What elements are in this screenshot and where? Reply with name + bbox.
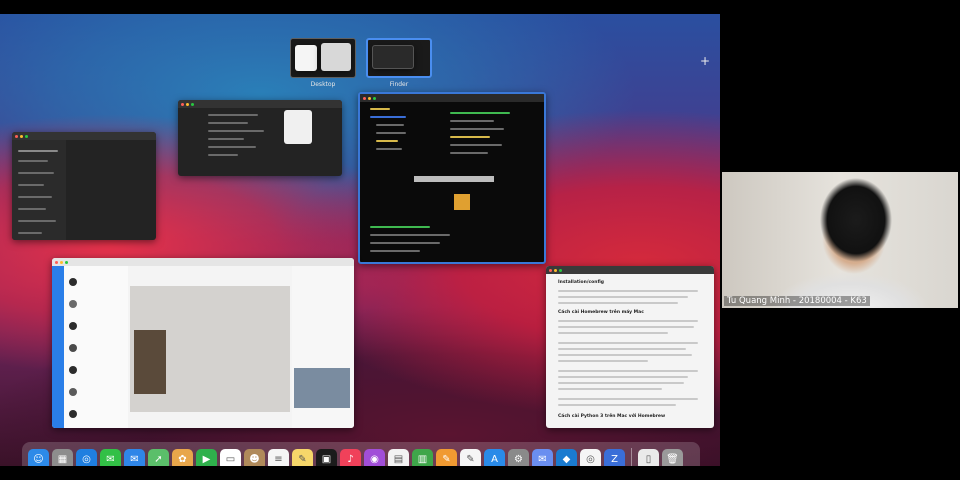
mail-icon[interactable]: ✉: [124, 448, 145, 466]
spaces-bar: Desktop Finder: [290, 38, 432, 88]
mission-control-desktop: Desktop Finder + Installation/config Các…: [0, 14, 720, 466]
space-finder[interactable]: Finder: [366, 38, 432, 88]
webcam-name-label: Tu Quang Minh - 20180004 - K63: [724, 296, 870, 306]
terminal-window[interactable]: [358, 92, 546, 264]
window-titlebar[interactable]: [12, 132, 156, 140]
notes-icon[interactable]: ✎: [292, 448, 313, 466]
app-store-icon[interactable]: A: [484, 448, 505, 466]
space-thumbnail-finder[interactable]: [366, 38, 432, 78]
photos-icon[interactable]: ✿: [172, 448, 193, 466]
finder-icon[interactable]: ☺: [28, 448, 49, 466]
keynote-icon[interactable]: ▤: [388, 448, 409, 466]
space-label: Finder: [389, 81, 409, 88]
system-preferences-icon[interactable]: ⚙: [508, 448, 529, 466]
facetime-icon[interactable]: ▶: [196, 448, 217, 466]
contacts-icon[interactable]: ☻: [244, 448, 265, 466]
messenger-icon[interactable]: ✉: [532, 448, 553, 466]
launchpad-icon[interactable]: ▦: [52, 448, 73, 466]
space-desktop[interactable]: Desktop: [290, 38, 356, 88]
dock-separator: [631, 448, 632, 466]
music-icon[interactable]: ♪: [340, 448, 361, 466]
maps-icon[interactable]: ➚: [148, 448, 169, 466]
dock: ☺ ▦ ◎ ✉ ✉ ➚ ✿ ▶ ▭ ☻ ≡ ✎ ▣ ♪ ◉ ▤ ▥ ✎ ✎ A ⚙ ✉ ◆ ◎ Z ▯ 🗑: [22, 442, 700, 466]
document-window[interactable]: Installation/config Cách cài Homebrew tr…: [546, 266, 714, 428]
trash-icon[interactable]: 🗑: [662, 448, 683, 466]
window-titlebar[interactable]: [52, 258, 354, 266]
reminders-icon[interactable]: ≡: [268, 448, 289, 466]
webcam-overlay: Tu Quang Minh - 20180004 - K63: [722, 172, 958, 308]
space-thumbnail-desktop[interactable]: [290, 38, 356, 78]
settings-window[interactable]: [12, 132, 156, 240]
space-label: Desktop: [310, 81, 336, 88]
editor-window[interactable]: [178, 100, 342, 176]
chrome-icon[interactable]: ◎: [580, 448, 601, 466]
numbers-icon[interactable]: ▥: [412, 448, 433, 466]
window-titlebar[interactable]: [178, 100, 342, 108]
pages-icon[interactable]: ✎: [436, 448, 457, 466]
document-heading: Installation/config: [558, 280, 605, 285]
messages-icon[interactable]: ✉: [100, 448, 121, 466]
safari-icon[interactable]: ◎: [76, 448, 97, 466]
window-titlebar[interactable]: [360, 94, 544, 102]
textedit-icon[interactable]: ✎: [460, 448, 481, 466]
podcasts-icon[interactable]: ◉: [364, 448, 385, 466]
visual-studio-code-icon[interactable]: ◆: [556, 448, 577, 466]
chat-window[interactable]: [52, 258, 354, 428]
downloads-stack-icon[interactable]: ▯: [638, 448, 659, 466]
document-heading: Cách cài Python 3 trên Mac với Homebrew: [558, 414, 666, 419]
window-titlebar[interactable]: [546, 266, 714, 274]
calendar-icon[interactable]: ▭: [220, 448, 241, 466]
add-space-icon[interactable]: +: [700, 54, 710, 68]
zalo-icon[interactable]: Z: [604, 448, 625, 466]
document-heading: Cách cài Homebrew trên máy Mac: [558, 310, 644, 315]
tv-icon[interactable]: ▣: [316, 448, 337, 466]
